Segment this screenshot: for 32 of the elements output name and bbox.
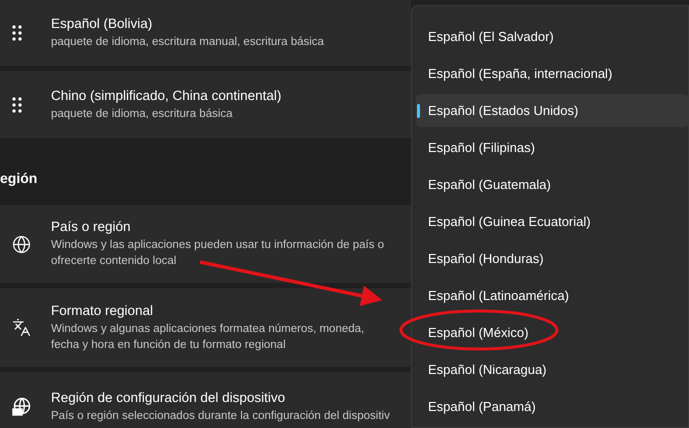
language-subtitle: paquete de idioma, escritura manual, escritura básica [51, 35, 324, 50]
globe-icon [12, 234, 31, 254]
setting-title: Región de configuración del dispositivo [51, 390, 286, 405]
dropdown-option[interactable]: Español (España, internacional) [416, 57, 688, 90]
dropdown-option[interactable]: Español (El Salvador) [416, 20, 688, 53]
drag-handle-icon[interactable] [12, 96, 22, 112]
dropdown-option[interactable]: Español (Estados Unidos) [416, 94, 688, 127]
setting-title: Formato regional [51, 302, 154, 318]
dropdown-option[interactable]: Español (Guinea Ecuatorial) [416, 205, 688, 238]
dropdown-option[interactable]: Español (Latinoamérica) [416, 279, 688, 312]
language-icon [12, 318, 31, 337]
setting-description: Windows y las aplicaciones pueden usar tu información de país o ofrecerte contenido local [51, 238, 384, 269]
dropdown-option[interactable]: Español (Nicaragua) [416, 353, 688, 386]
drag-handle-icon[interactable] [12, 25, 22, 41]
setting-card[interactable]: Formato regional Windows y algunas aplicaciones formatea números, moneda, fecha y hora en función de tu formato regional [0, 288, 411, 367]
globe-monitor-icon [12, 397, 32, 417]
setting-description: País o región seleccionados durante la configuración del dispositiv [51, 409, 390, 424]
dropdown-option[interactable]: Español (Guatemala) [416, 168, 688, 201]
language-card[interactable]: Español (Bolivia) paquete de idioma, escritura manual, escritura básica [0, 0, 411, 66]
dropdown-option[interactable]: Español (Panamá) [416, 390, 688, 423]
section-heading: egión [0, 170, 38, 186]
dropdown-option[interactable]: Español (Honduras) [416, 242, 688, 275]
setting-card[interactable]: Región de configuración del dispositivo País o región seleccionados durante la configuración del dispositiv [0, 372, 411, 428]
dropdown-option[interactable]: Español (Filipinas) [416, 131, 688, 164]
setting-title: País o región [51, 219, 132, 234]
language-subtitle: paquete de idioma, escritura básica [51, 106, 234, 122]
setting-description: Windows y algunas aplicaciones formatea números, moneda, fecha y hora en función de tu formato regional [51, 322, 364, 352]
setting-card[interactable]: País o región Windows y las aplicaciones pueden usar tu información de país o ofrecerte contenido local [0, 205, 411, 283]
dropdown-option[interactable]: Español (México) [416, 316, 688, 349]
language-card[interactable]: Chino (simplificado, China continental) paquete de idioma, escritura básica [0, 71, 411, 138]
language-title: Chino (simplificado, China continental) [51, 88, 282, 102]
language-title: Español (Bolivia) [51, 16, 154, 31]
